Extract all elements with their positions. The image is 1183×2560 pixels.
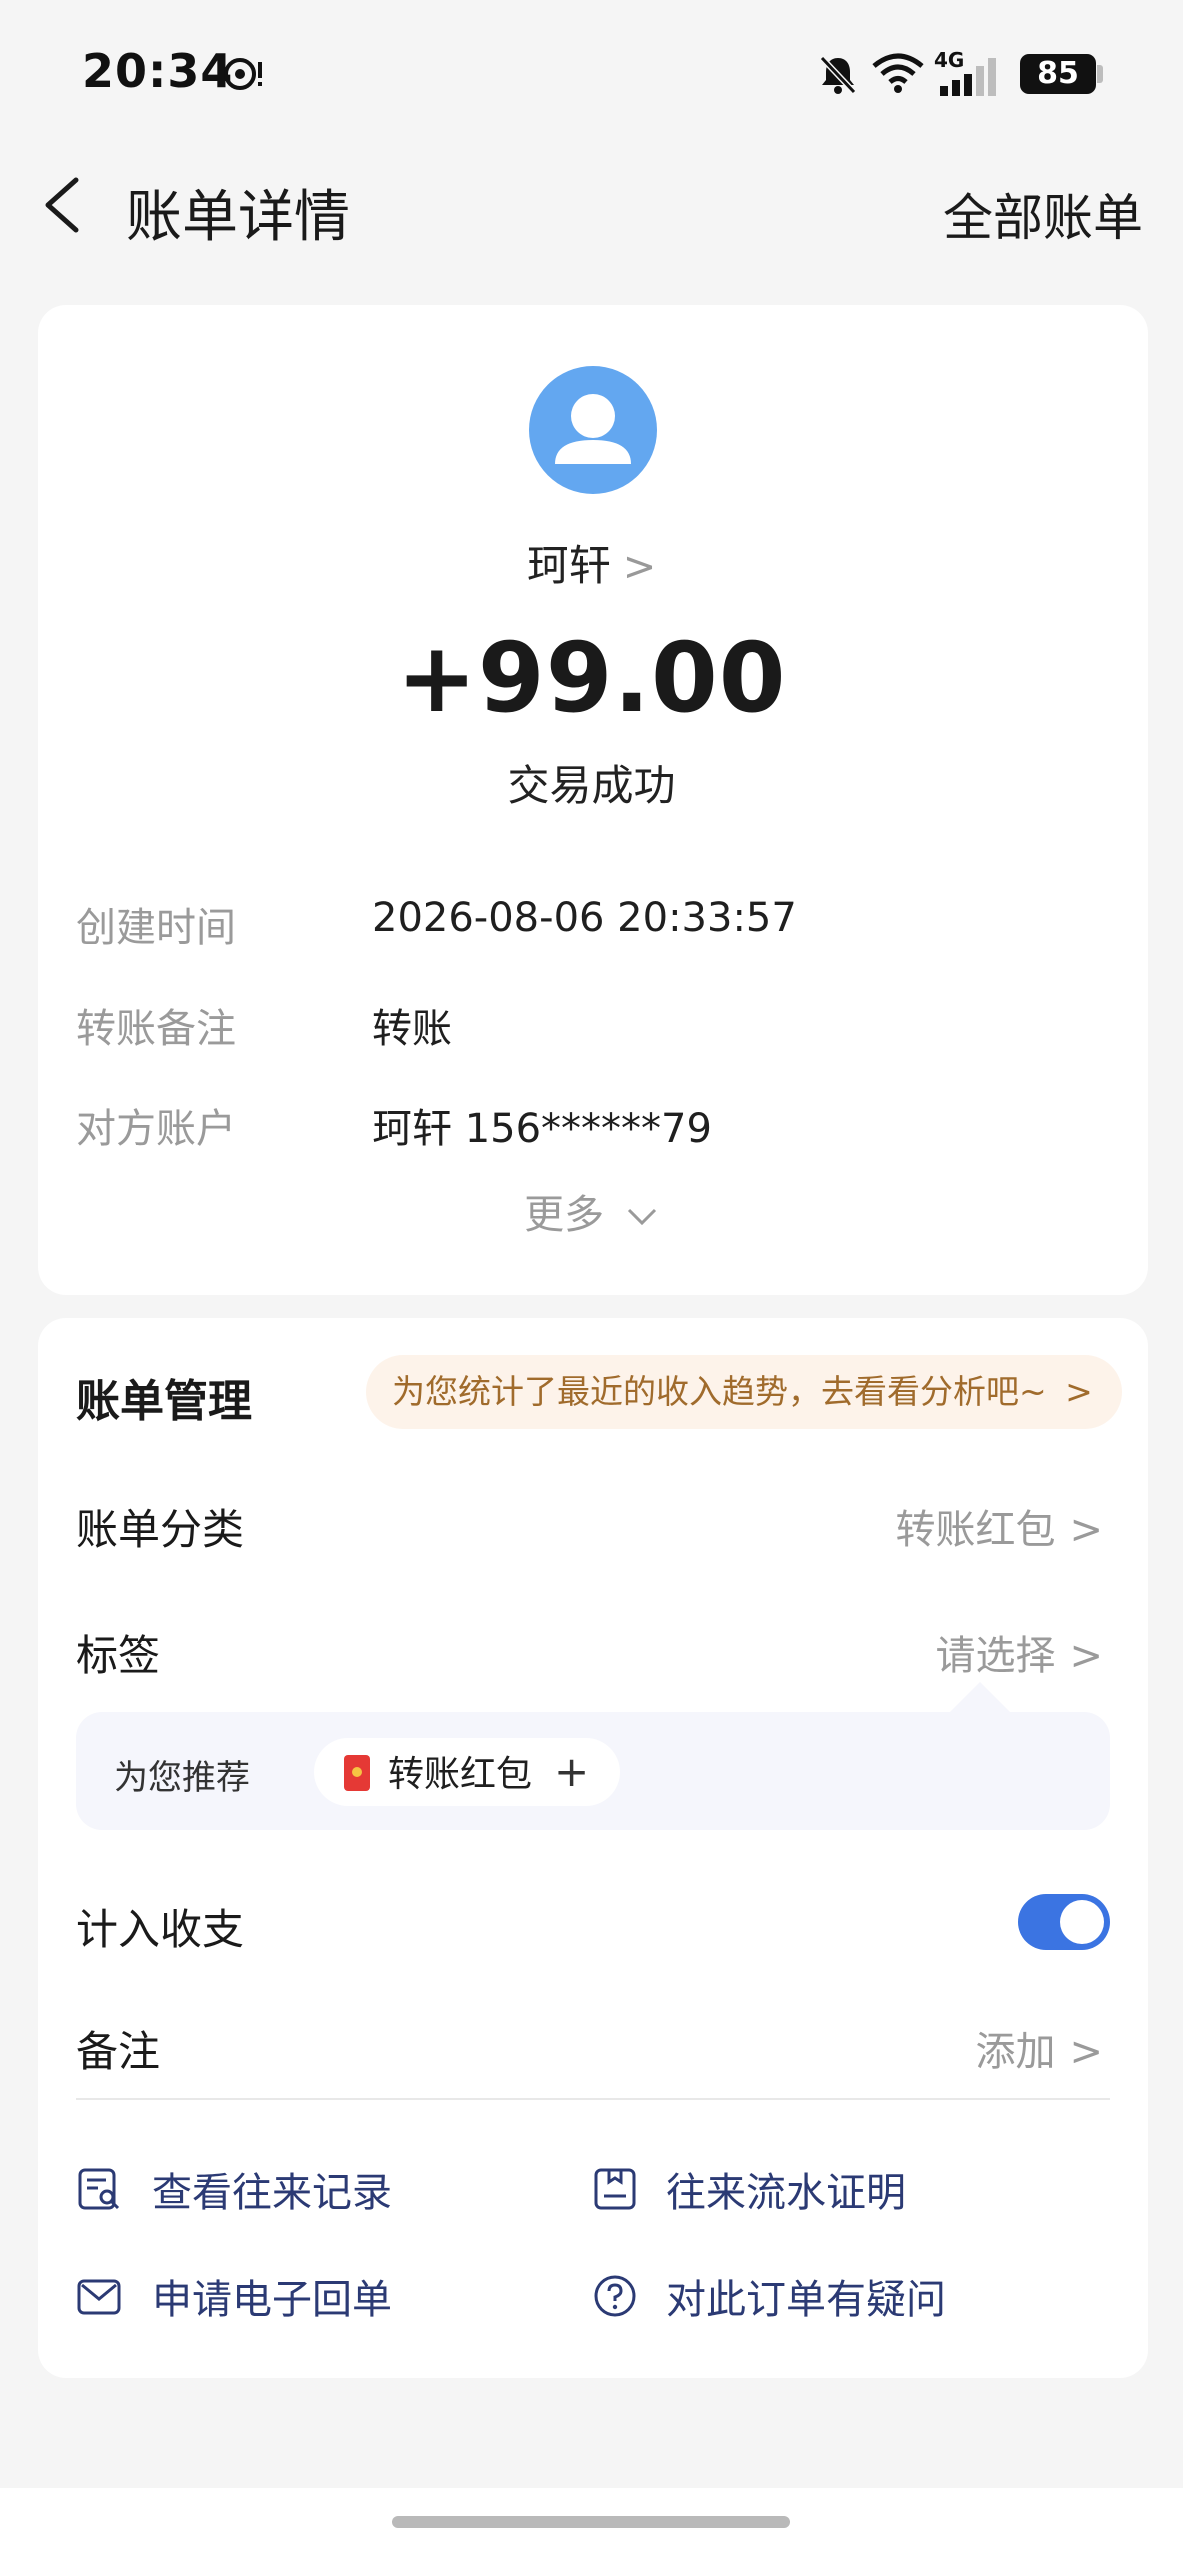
bill-management-card [38, 1318, 1148, 2378]
include-in-stats-toggle[interactable] [1018, 1894, 1110, 1950]
home-indicator[interactable] [392, 2516, 790, 2528]
order-question-action[interactable]: 对此订单有疑问 [592, 2267, 946, 2325]
transfer-note-value: 转账 [372, 1006, 452, 1052]
battery-tip [1097, 65, 1103, 83]
question-icon [594, 2275, 636, 2317]
wifi-icon [872, 52, 924, 94]
status-time: 20:34 [82, 44, 234, 98]
note-label: 备注 [76, 2027, 161, 2076]
chevron-right-icon: > [622, 544, 657, 590]
record-search-icon [78, 2168, 120, 2210]
signal-icon [940, 58, 1004, 96]
recommend-label: 为您推荐 [114, 1758, 250, 1798]
back-button[interactable] [36, 170, 96, 240]
view-history-label: 查看往来记录 [152, 2170, 392, 2216]
order-question-label: 对此订单有疑问 [666, 2277, 946, 2323]
all-bills-link[interactable]: 全部账单 [943, 178, 1143, 250]
transfer-note-label: 转账备注 [76, 1006, 236, 1052]
recommended-tag-chip[interactable]: 转账红包 + [314, 1738, 620, 1806]
transaction-amount: +99.00 [396, 622, 787, 734]
counterparty-account-value: 珂轩 156******79 [372, 1106, 712, 1152]
user-icon [555, 394, 631, 464]
tag-value: 请选择 [935, 1633, 1056, 1679]
more-button[interactable]: 更多 [0, 1182, 1183, 1240]
view-history-action[interactable]: 查看往来记录 [76, 2160, 392, 2218]
mail-icon [77, 2279, 121, 2315]
created-time-label: 创建时间 [76, 905, 236, 951]
chevron-right-icon: > [1065, 1372, 1093, 1411]
tag-selector[interactable]: 请选择 > [935, 1623, 1103, 1681]
bill-management-title: 账单管理 [76, 1376, 252, 1427]
created-time-value: 2026-08-06 20:33:57 [372, 895, 797, 941]
promo-text: 为您统计了最近的收入趋势，去看看分析吧~ [392, 1372, 1047, 1411]
counterparty-row[interactable]: 珂轩 > [0, 532, 1183, 593]
tag-label: 标签 [76, 1631, 161, 1680]
plus-icon: + [554, 1747, 590, 1796]
divider [76, 2098, 1110, 2100]
flow-certificate-label: 往来流水证明 [666, 2170, 906, 2216]
chevron-left-icon [45, 177, 79, 233]
chevron-down-icon [627, 1208, 656, 1226]
battery-level: 85 [1020, 54, 1096, 94]
recommend-pointer [948, 1682, 1012, 1714]
note-add-button[interactable]: 添加 > [975, 2019, 1103, 2077]
chevron-right-icon: > [1069, 1633, 1103, 1679]
bill-category-value: 转账红包 [895, 1507, 1056, 1553]
include-in-stats-label: 计入收支 [76, 1905, 245, 1954]
more-label: 更多 [524, 1192, 605, 1238]
flow-certificate-action[interactable]: 往来流水证明 [592, 2160, 906, 2218]
note-value: 添加 [975, 2029, 1056, 2075]
hotspot-icon [222, 56, 266, 92]
transaction-status: 交易成功 [507, 761, 676, 810]
bill-category-label: 账单分类 [76, 1505, 245, 1554]
certificate-icon [594, 2168, 636, 2210]
income-analysis-banner[interactable]: 为您统计了最近的收入趋势，去看看分析吧~ > [366, 1355, 1122, 1429]
bill-category-selector[interactable]: 转账红包 > [895, 1497, 1103, 1555]
e-receipt-label: 申请电子回单 [152, 2277, 392, 2323]
counterparty-account-label: 对方账户 [76, 1106, 236, 1152]
chevron-right-icon: > [1069, 2029, 1103, 2075]
avatar[interactable] [529, 366, 657, 494]
mute-bell-icon [816, 52, 860, 96]
toggle-knob [1060, 1900, 1104, 1944]
counterparty-name: 珂轩 [526, 541, 611, 590]
recommended-tag-label: 转账红包 [388, 1754, 533, 1795]
chevron-right-icon: > [1069, 1507, 1103, 1553]
page-title: 账单详情 [126, 185, 350, 250]
red-packet-icon [344, 1755, 370, 1791]
e-receipt-action[interactable]: 申请电子回单 [76, 2267, 392, 2325]
